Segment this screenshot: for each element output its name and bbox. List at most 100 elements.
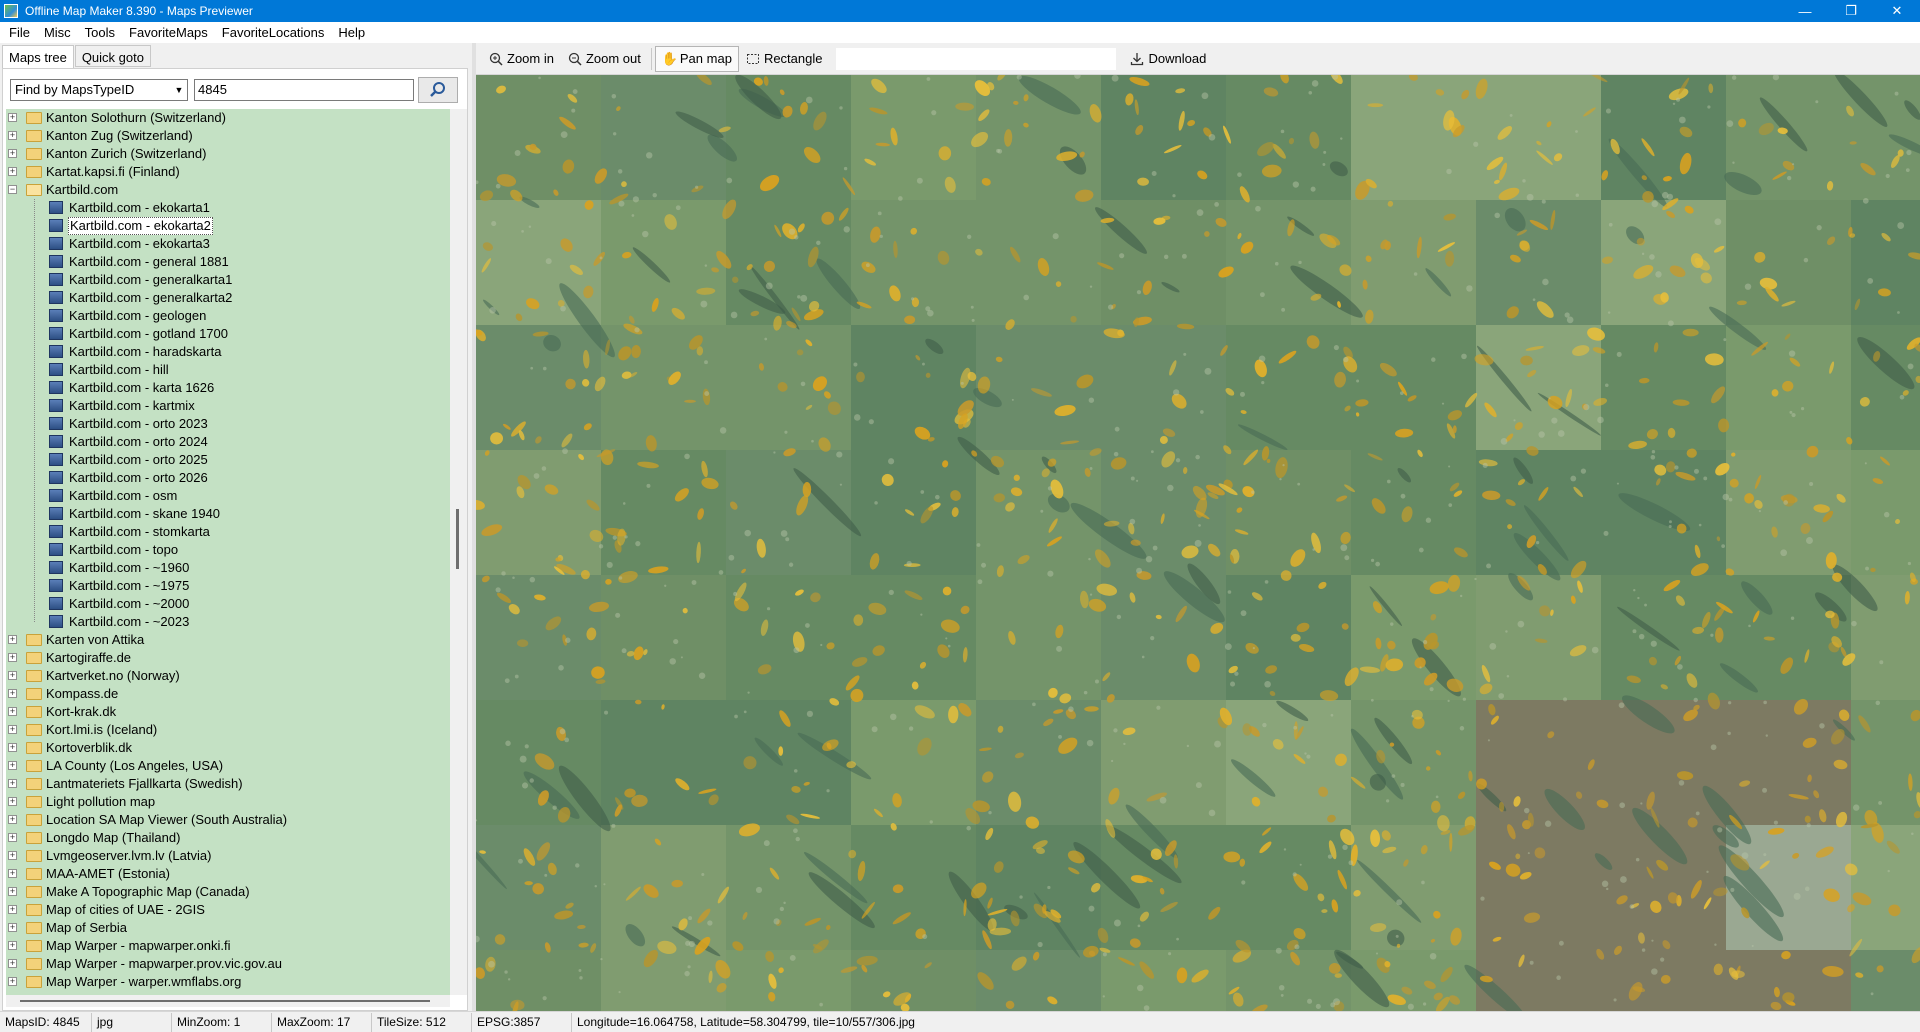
expand-icon[interactable]: + [8,941,17,950]
expand-icon[interactable]: + [8,635,17,644]
tree-folder[interactable]: + Map of Serbia [6,919,450,937]
rectangle-button[interactable]: Rectangle [739,46,830,72]
expand-icon[interactable]: + [8,761,17,770]
tree-map-item[interactable]: Kartbild.com - osm [6,487,450,505]
tree-folder[interactable]: + Kort.lmi.is (Iceland) [6,721,450,739]
tree-folder[interactable]: + Light pollution map [6,793,450,811]
tree-horizontal-scrollbar[interactable] [6,995,450,1007]
expand-icon[interactable]: + [8,707,17,716]
expand-icon[interactable]: + [8,797,17,806]
map-view[interactable] [476,75,1920,1011]
tree-folder[interactable]: + Make A Topographic Map (Canada) [6,883,450,901]
collapse-icon[interactable]: − [8,185,17,194]
expand-icon[interactable]: + [8,671,17,680]
expand-icon[interactable]: + [8,779,17,788]
search-button[interactable] [418,77,458,103]
menu-favorite-maps[interactable]: FavoriteMaps [122,22,215,43]
tree-folder[interactable]: + Lvmgeoserver.lvm.lv (Latvia) [6,847,450,865]
tree-folder[interactable]: + Kanton Zurich (Switzerland) [6,145,450,163]
tree-map-item[interactable]: Kartbild.com - hill [6,361,450,379]
expand-icon[interactable]: + [8,959,17,968]
expand-icon[interactable]: + [8,815,17,824]
tree-map-item[interactable]: Kartbild.com - ~1975 [6,577,450,595]
tree-map-item[interactable]: Kartbild.com - ~2023 [6,613,450,631]
menu-favorite-locations[interactable]: FavoriteLocations [215,22,332,43]
tree-folder[interactable]: + Kort-krak.dk [6,703,450,721]
download-button[interactable]: Download [1123,46,1213,72]
menu-help[interactable]: Help [331,22,372,43]
tree-map-item[interactable]: Kartbild.com - general 1881 [6,253,450,271]
tree-folder[interactable]: + Longdo Map (Thailand) [6,829,450,847]
expand-icon[interactable]: + [8,167,17,176]
tree-folder[interactable]: + Kartogiraffe.de [6,649,450,667]
tree-map-item[interactable]: Kartbild.com - karta 1626 [6,379,450,397]
tree-folder[interactable]: + Kortoverblik.dk [6,739,450,757]
find-mode-select[interactable]: Find by MapsTypeID ▼ [10,79,188,101]
tree-folder[interactable]: + Lantmateriets Fjallkarta (Swedish) [6,775,450,793]
menu-tools[interactable]: Tools [78,22,122,43]
zoom-in-button[interactable]: Zoom in [482,46,561,72]
expand-icon[interactable]: + [8,725,17,734]
tree-folder[interactable]: + Kompass.de [6,685,450,703]
scroll-thumb[interactable] [456,509,459,569]
tree-folder[interactable]: + Kanton Solothurn (Switzerland) [6,109,450,127]
tree-map-item[interactable]: Kartbild.com - ~1960 [6,559,450,577]
search-input[interactable]: 4845 [194,79,414,101]
tree-map-item[interactable]: Kartbild.com - orto 2025 [6,451,450,469]
tree-map-item[interactable]: Kartbild.com - orto 2024 [6,433,450,451]
pan-map-button[interactable]: ✋ Pan map [654,45,739,72]
menu-file[interactable]: File [2,22,37,43]
tree-vertical-scrollbar[interactable] [450,109,467,995]
tree-map-item[interactable]: Kartbild.com - generalkarta1 [6,271,450,289]
minimize-button[interactable]: — [1782,0,1828,22]
tree-map-item[interactable]: Kartbild.com - haradskarta [6,343,450,361]
maps-tree[interactable]: + Kanton Solothurn (Switzerland) + Kanton Z… [6,109,450,995]
tree-map-item[interactable]: Kartbild.com - stomkarta [6,523,450,541]
scroll-thumb[interactable] [20,1000,430,1002]
tree-folder[interactable]: + Map Warper - mapwarper.onki.fi [6,937,450,955]
expand-icon[interactable]: + [8,869,17,878]
tree-map-item[interactable]: Kartbild.com - generalkarta2 [6,289,450,307]
expand-icon[interactable]: + [8,977,17,986]
maximize-button[interactable]: ❐ [1828,0,1874,22]
close-button[interactable]: ✕ [1874,0,1920,22]
tree-map-item[interactable]: Kartbild.com - ~2000 [6,595,450,613]
tree-folder[interactable]: + MAA-AMET (Estonia) [6,865,450,883]
tree-map-item[interactable]: Kartbild.com - orto 2023 [6,415,450,433]
tree-map-item[interactable]: Kartbild.com - geologen [6,307,450,325]
tree-map-item[interactable]: Kartbild.com - skane 1940 [6,505,450,523]
tree-folder[interactable]: + Kanton Zug (Switzerland) [6,127,450,145]
expand-icon[interactable]: + [8,653,17,662]
tree-map-item[interactable]: Kartbild.com - kartmix [6,397,450,415]
expand-icon[interactable]: + [8,851,17,860]
tree-folder[interactable]: + Map of cities of UAE - 2GIS [6,901,450,919]
zoom-out-button[interactable]: Zoom out [561,46,648,72]
tab-maps-tree[interactable]: Maps tree [2,45,74,69]
tree-folder[interactable]: + Location SA Map Viewer (South Australia… [6,811,450,829]
tree-folder[interactable]: + Kartverket.no (Norway) [6,667,450,685]
tree-folder[interactable]: + LA County (Los Angeles, USA) [6,757,450,775]
expand-icon[interactable]: + [8,689,17,698]
tree-map-item[interactable]: Kartbild.com - ekokarta1 [6,199,450,217]
menu-misc[interactable]: Misc [37,22,78,43]
tree-map-item[interactable]: Kartbild.com - gotland 1700 [6,325,450,343]
tree-folder[interactable]: − Kartbild.com [6,181,450,199]
map-imagery[interactable] [476,75,1920,1011]
expand-icon[interactable]: + [8,905,17,914]
tree-map-item[interactable]: Kartbild.com - topo [6,541,450,559]
tree-map-item[interactable]: Kartbild.com - ekokarta2 [6,217,450,235]
expand-icon[interactable]: + [8,833,17,842]
expand-icon[interactable]: + [8,131,17,140]
tree-folder[interactable]: + Map Warper - mapwarper.prov.vic.gov.au [6,955,450,973]
expand-icon[interactable]: + [8,113,17,122]
expand-icon[interactable]: + [8,887,17,896]
expand-icon[interactable]: + [8,743,17,752]
tree-folder[interactable]: + Karten von Attika [6,631,450,649]
tab-quick-goto[interactable]: Quick goto [74,45,151,67]
tree-folder[interactable]: + Map Warper - warper.wmflabs.org [6,973,450,991]
tree-folder[interactable]: + Kartat.kapsi.fi (Finland) [6,163,450,181]
expand-icon[interactable]: + [8,149,17,158]
expand-icon[interactable]: + [8,923,17,932]
tree-map-item[interactable]: Kartbild.com - orto 2026 [6,469,450,487]
tree-map-item[interactable]: Kartbild.com - ekokarta3 [6,235,450,253]
